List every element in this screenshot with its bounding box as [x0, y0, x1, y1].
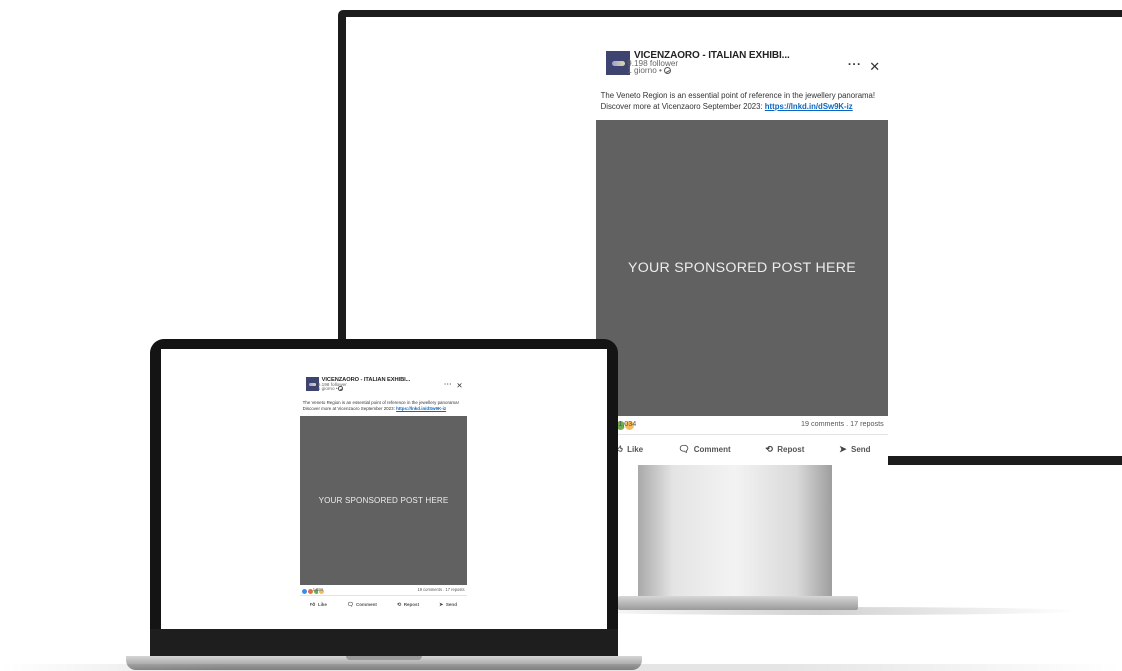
like-icon: 👍︎ — [310, 601, 316, 608]
post-time-label: 1 giorno • — [627, 66, 662, 76]
close-icon[interactable]: ✕ — [869, 60, 880, 73]
more-icon[interactable]: ··· — [848, 58, 862, 70]
post-text-line2: Discover more at Vicenzaoro September 20… — [303, 406, 465, 412]
sponsored-placeholder: YOUR SPONSORED POST HERE — [318, 496, 449, 506]
post-link[interactable]: https://lnkd.in/dSw9K-iz — [765, 102, 853, 111]
floor-shadow — [0, 664, 1122, 671]
send-button[interactable]: ➤ Send — [839, 444, 870, 455]
globe-icon — [338, 386, 343, 391]
comment-label: Comment — [693, 445, 731, 455]
send-button[interactable]: ➤ Send — [439, 602, 457, 608]
laptop-notch — [346, 656, 422, 660]
reactions-count[interactable]: 1,034 — [313, 587, 323, 592]
comment-icon: 🗨︎ — [346, 601, 354, 608]
repost-button[interactable]: ⟲ Repost — [765, 444, 804, 455]
post-image[interactable]: YOUR SPONSORED POST HERE — [300, 416, 467, 586]
like-label: Like — [627, 445, 644, 455]
repost-icon: ⟲ — [396, 601, 402, 608]
repost-button[interactable]: ⟲ Repost — [397, 602, 419, 608]
repost-icon: ⟲ — [765, 444, 774, 455]
comment-button[interactable]: 🗨︎ Comment — [347, 602, 377, 608]
post-stats: 1,034 19 comments . 17 reposts — [596, 416, 888, 435]
post-text: The Veneto Region is an essential point … — [596, 91, 888, 111]
comment-icon: 🗨︎ — [677, 444, 690, 455]
comments-reposts-count[interactable]: 19 comments . 17 reposts — [417, 587, 464, 592]
globe-icon — [663, 67, 671, 75]
repost-label: Repost — [777, 445, 805, 455]
post-text-prefix: Discover more at Vicenzaoro September 20… — [600, 101, 765, 111]
post-text: The Veneto Region is an essential point … — [300, 400, 467, 412]
post-stats: 1,034 19 comments . 17 reposts — [300, 585, 467, 597]
post-actions: 👍︎ Like 🗨︎ Comment ⟲ Repost ➤ Send — [300, 596, 467, 613]
post-time-label: 1 giorno • — [317, 385, 338, 391]
send-label: Send — [851, 445, 871, 455]
laptop-chin — [150, 629, 618, 656]
post-text-line1: The Veneto Region is an essential point … — [600, 91, 876, 101]
monitor-stand-base — [618, 596, 858, 610]
post-link[interactable]: https://lnkd.in/dSw9K-iz — [396, 406, 446, 411]
close-icon[interactable]: ✕ — [456, 382, 462, 390]
send-label: Send — [445, 602, 457, 608]
send-icon: ➤ — [839, 444, 847, 455]
post-text-prefix: Discover more at Vicenzaoro September 20… — [302, 406, 397, 412]
like-label: Like — [317, 602, 327, 608]
comments-reposts-count[interactable]: 19 comments . 17 reposts — [801, 419, 884, 428]
more-icon[interactable]: ··· — [444, 381, 452, 388]
post-header: VICENZAORO - ITALIAN EXHIBI... 9.198 fol… — [300, 375, 467, 393]
like-button[interactable]: 👍︎ Like — [310, 602, 327, 608]
logo-mark — [308, 382, 317, 386]
repost-label: Repost — [403, 602, 420, 608]
laptop-screen: VICENZAORO - ITALIAN EXHIBI... 9.198 fol… — [161, 349, 607, 629]
post-text-line2: Discover more at Vicenzaoro September 20… — [601, 102, 884, 112]
send-icon: ➤ — [439, 601, 444, 608]
comment-label: Comment — [355, 602, 377, 608]
post-time: 1 giorno • — [627, 66, 671, 75]
sponsored-placeholder: YOUR SPONSORED POST HERE — [627, 259, 857, 276]
laptop: VICENZAORO - ITALIAN EXHIBI... 9.198 fol… — [150, 339, 618, 656]
comment-button[interactable]: 🗨︎ Comment — [678, 444, 731, 455]
linkedin-post-laptop: VICENZAORO - ITALIAN EXHIBI... 9.198 fol… — [300, 375, 467, 614]
logo-mark — [611, 60, 625, 66]
reactions-count[interactable]: 1,034 — [618, 419, 636, 428]
post-time: 1 giorno • — [318, 386, 343, 391]
post-image[interactable]: YOUR SPONSORED POST HERE — [596, 119, 888, 416]
monitor-stand — [638, 462, 832, 602]
post-actions: 👍︎ Like 🗨︎ Comment ⟲ Repost ➤ Send — [596, 435, 888, 465]
post-header: VICENZAORO - ITALIAN EXHIBI... 9.198 fol… — [596, 47, 888, 79]
linkedin-post-desktop: VICENZAORO - ITALIAN EXHIBI... 9.198 fol… — [596, 47, 888, 465]
